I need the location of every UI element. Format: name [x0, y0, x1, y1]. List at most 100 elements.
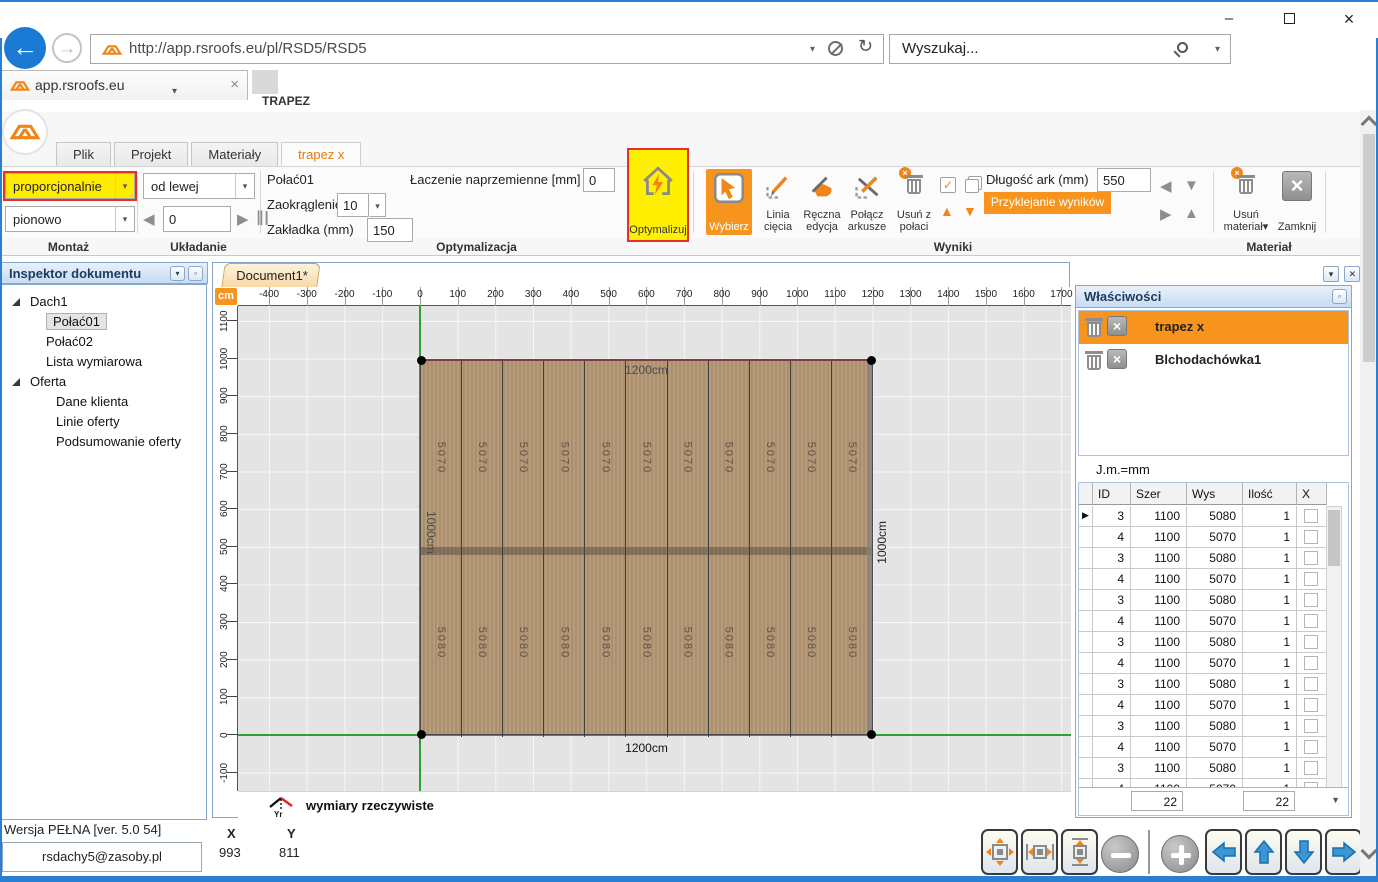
table-row[interactable]: 3110050801 [1079, 590, 1327, 611]
tree-item-oferta[interactable]: Oferta [2, 373, 206, 392]
scrollbar-thumb[interactable] [1328, 510, 1340, 566]
rounding-spinner[interactable]: ▾ [370, 193, 386, 217]
account-box[interactable]: rsdachy5@zasoby.pl [2, 842, 202, 872]
roof-sheet[interactable]: 5080 [709, 549, 750, 737]
table-row[interactable]: 3110050801 [1079, 674, 1327, 695]
zoom-fit-all-button[interactable] [981, 829, 1018, 875]
scrollbar-down-icon[interactable]: ▼ [1331, 795, 1340, 805]
address-bar[interactable]: http://app.rsroofs.eu/pl/RSD5/RSD5 ▾ ↻ [90, 34, 884, 64]
roof-sheet[interactable]: 5080 [791, 549, 832, 737]
roof-sheet[interactable]: 5070 [626, 361, 667, 555]
roof-sheet[interactable]: 5070 [503, 361, 544, 555]
address-dropdown-icon[interactable]: ▾ [810, 44, 815, 55]
nudge-right-icon[interactable]: ▶ [1160, 205, 1172, 223]
column-header-wys[interactable]: Wys [1187, 483, 1243, 505]
select-tool-button[interactable]: Wybierz [706, 169, 752, 235]
ribbon-tab-Projekt[interactable]: Projekt [114, 142, 188, 166]
roof-sheet[interactable]: 5070 [585, 361, 626, 555]
row-checkbox[interactable] [1304, 635, 1318, 649]
tree-item-linie-oferty[interactable]: Linie oferty [2, 413, 206, 432]
table-row[interactable]: 3110050801 [1079, 758, 1327, 779]
row-checkbox[interactable] [1304, 656, 1318, 670]
scroll-down-icon[interactable] [1361, 843, 1378, 860]
delete-material-button[interactable]: × Usuń materiał▾ [1220, 169, 1272, 235]
tree-expander-icon[interactable] [12, 378, 20, 386]
roof-sheet[interactable]: 5070 [709, 361, 750, 555]
nudge-left-icon[interactable]: ◀ [1160, 177, 1172, 195]
tree-expander-icon[interactable] [12, 298, 20, 306]
mount-mode-combo[interactable]: proporcjonalnie ▾ [5, 173, 135, 199]
chevron-down-icon[interactable]: ▾ [235, 174, 254, 198]
row-checkbox[interactable] [1304, 761, 1318, 775]
manual-edit-button[interactable]: Ręczna edycja [799, 169, 845, 235]
page-scrollbar-thumb[interactable] [1363, 134, 1375, 362]
table-row[interactable]: 4110050701 [1079, 653, 1327, 674]
pages-icon[interactable] [965, 179, 979, 193]
nudge-up-icon[interactable]: ▲ [1184, 205, 1199, 222]
table-row[interactable]: 3110050801 [1079, 548, 1327, 569]
pan-up-button[interactable] [1245, 829, 1282, 875]
alternating-join-input[interactable] [583, 168, 615, 192]
tree-item-dane-klienta[interactable]: Dane klienta [2, 393, 206, 412]
table-row[interactable]: 4110050701 [1079, 527, 1327, 548]
ribbon-tab-trapez x[interactable]: trapez x [281, 142, 361, 166]
document-tab[interactable]: Document1* [221, 263, 320, 287]
new-tab-button[interactable] [252, 70, 278, 94]
offset-right-icon[interactable]: ▶ [237, 210, 249, 228]
refresh-icon[interactable]: ↻ [858, 36, 873, 57]
table-row[interactable]: 4110050701 [1079, 695, 1327, 716]
forward-button[interactable]: → [52, 33, 82, 63]
corner-handle[interactable] [417, 356, 426, 365]
column-header-szer[interactable]: Szer [1131, 483, 1187, 505]
search-dropdown-icon[interactable]: ▾ [1215, 44, 1220, 55]
pan-right-button[interactable] [1325, 829, 1362, 875]
roof-sheet[interactable]: 5070 [750, 361, 791, 555]
roof-sheet[interactable]: 5070 [544, 361, 585, 555]
qat-dropdown-icon[interactable]: ▾ [172, 86, 177, 97]
ribbon-tab-Materiały[interactable]: Materiały [191, 142, 278, 166]
tree-item-dach1[interactable]: Dach1 [2, 293, 206, 312]
chevron-down-icon[interactable]: ▾ [370, 194, 385, 216]
roof-sheet[interactable]: 5080 [544, 549, 585, 737]
row-checkbox[interactable] [1304, 530, 1318, 544]
remove-icon[interactable]: × [1107, 349, 1127, 369]
roof-sheet[interactable]: 5080 [750, 549, 791, 737]
unit-badge[interactable]: cm [215, 288, 237, 305]
tab-close-icon[interactable]: × [230, 76, 239, 93]
panel-close-icon[interactable]: ✕ [1344, 266, 1360, 282]
table-row[interactable]: 4110050701 [1079, 569, 1327, 590]
roof-sheet[interactable]: 5070 [462, 361, 503, 555]
roof-sheet[interactable]: 5080 [585, 549, 626, 737]
tree-item-połać02[interactable]: Połać02 [2, 333, 206, 352]
roof-sheet[interactable]: 5080 [503, 549, 544, 737]
panel-dropdown-icon[interactable]: ▾ [170, 266, 185, 281]
sheet-length-input[interactable] [1097, 168, 1151, 192]
snap-results-toggle[interactable]: Przyklejanie wyników [984, 192, 1111, 214]
close-tool-button[interactable]: × Zamknij [1274, 169, 1320, 235]
tree-item-podsumowanie-oferty[interactable]: Podsumowanie oferty [2, 433, 206, 452]
scroll-up-icon[interactable] [1361, 116, 1378, 133]
join-sheets-button[interactable]: Połącz arkusze [844, 169, 890, 235]
roof-sheet[interactable]: 5080 [626, 549, 667, 737]
table-row[interactable]: 3110050801 [1079, 716, 1327, 737]
row-checkbox[interactable] [1304, 698, 1318, 712]
roof-slope-drawing[interactable]: 5070507050705070507050705070507050705070… [420, 359, 873, 735]
corner-handle[interactable] [417, 730, 426, 739]
table-row[interactable]: 3110050801 [1079, 632, 1327, 653]
roof-sheet[interactable]: 5080 [421, 549, 462, 737]
total-width-box[interactable]: 22 [1131, 791, 1183, 811]
app-logo[interactable] [2, 109, 48, 155]
offset-input[interactable] [163, 206, 231, 232]
ribbon-tab-Plik[interactable]: Plik [56, 142, 111, 166]
stop-icon[interactable] [828, 41, 843, 56]
row-checkbox[interactable] [1304, 509, 1318, 523]
back-button[interactable]: ← [4, 27, 46, 69]
zoom-out-button[interactable] [1101, 835, 1139, 873]
panel-dropdown-icon[interactable]: ▾ [1323, 266, 1339, 282]
row-checkbox[interactable] [1304, 614, 1318, 628]
roof-sheet[interactable]: 5080 [668, 549, 709, 737]
row-checkbox[interactable] [1304, 719, 1318, 733]
optimize-button[interactable]: Optymalizuj [629, 150, 687, 240]
column-header-x[interactable]: X [1297, 483, 1327, 505]
minimize-button[interactable]: – [1216, 8, 1242, 30]
